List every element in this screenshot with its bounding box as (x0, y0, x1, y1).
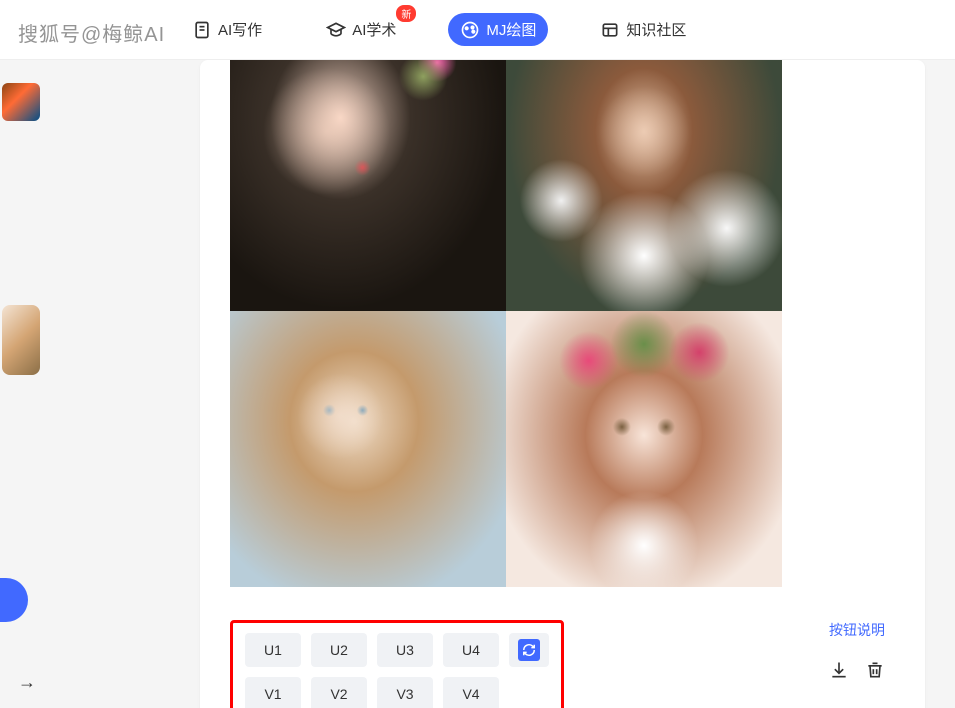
generated-image-1[interactable] (230, 60, 506, 311)
watermark-text: 搜狐号@梅鲸AI (18, 18, 165, 47)
right-actions: 按钮说明 (829, 620, 895, 680)
academic-icon (326, 20, 346, 40)
upscale-4-button[interactable]: U4 (443, 633, 499, 667)
upscale-2-button[interactable]: U2 (311, 633, 367, 667)
nav-knowledge-community[interactable]: 知识社区 (588, 13, 698, 46)
icon-actions (829, 660, 885, 680)
variation-4-button[interactable]: V4 (443, 677, 499, 708)
history-thumbnail-1[interactable] (2, 83, 40, 121)
new-badge: 新 (396, 5, 416, 22)
button-help-link[interactable]: 按钮说明 (829, 620, 885, 640)
nav-ai-writing[interactable]: AI写作 (180, 13, 274, 46)
nav-ai-academic[interactable]: AI学术 新 (314, 13, 408, 46)
variation-1-button[interactable]: V1 (245, 677, 301, 708)
palette-icon (460, 20, 480, 40)
nav-label: 知识社区 (626, 19, 686, 40)
generated-image-grid[interactable] (230, 60, 782, 587)
history-thumbnail-2[interactable] (2, 305, 40, 375)
reroll-button[interactable] (509, 633, 549, 667)
mj-button-grid: U1 U2 U3 U4 V1 V2 V3 V4 (230, 620, 564, 708)
community-icon (600, 20, 620, 40)
upscale-3-button[interactable]: U3 (377, 633, 433, 667)
variation-2-button[interactable]: V2 (311, 677, 367, 708)
download-icon[interactable] (829, 660, 849, 680)
generated-image-4[interactable] (506, 311, 782, 587)
variation-3-button[interactable]: V3 (377, 677, 433, 708)
generated-image-2[interactable] (506, 60, 782, 311)
nav-items-container: AI写作 AI学术 新 MJ绘图 知识社区 (180, 13, 698, 46)
result-card: U1 U2 U3 U4 V1 V2 V3 V4 (200, 60, 925, 708)
doc-icon (192, 20, 212, 40)
main-content: U1 U2 U3 U4 V1 V2 V3 V4 (70, 60, 955, 708)
nav-mj-draw[interactable]: MJ绘图 (448, 13, 548, 46)
upscale-row: U1 U2 U3 U4 (245, 633, 549, 667)
variation-row: V1 V2 V3 V4 (245, 677, 549, 708)
upscale-1-button[interactable]: U1 (245, 633, 301, 667)
nav-label: MJ绘图 (486, 19, 536, 40)
nav-label: AI学术 (352, 19, 396, 40)
collapse-arrow-icon[interactable]: → (18, 672, 36, 693)
nav-label: AI写作 (218, 19, 262, 40)
delete-icon[interactable] (865, 660, 885, 680)
controls-row: U1 U2 U3 U4 V1 V2 V3 V4 (200, 612, 925, 708)
reroll-icon (518, 639, 540, 661)
generated-image-3[interactable] (230, 311, 506, 587)
